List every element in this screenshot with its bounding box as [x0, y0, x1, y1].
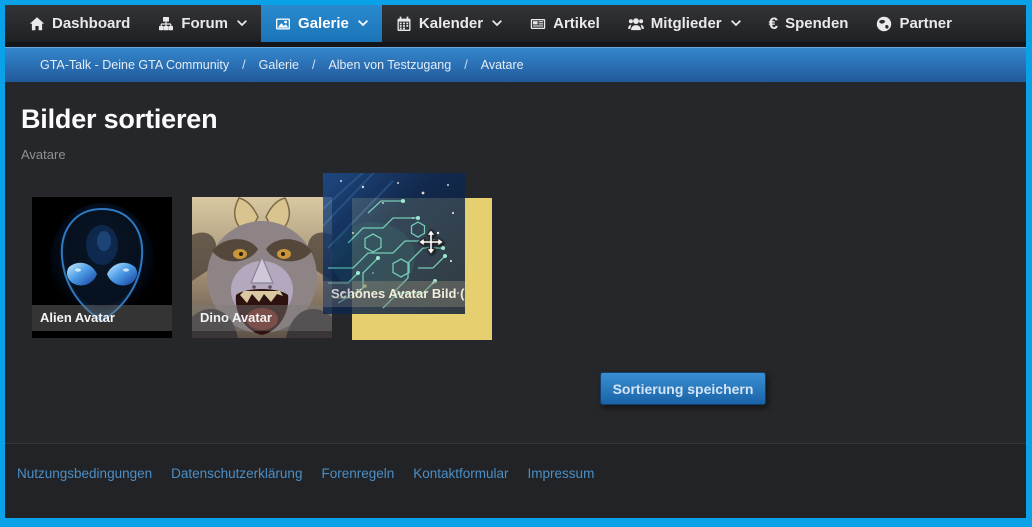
- nav-label: Artikel: [553, 15, 600, 32]
- page-subtitle: Avatare: [21, 147, 66, 162]
- nav-mitglieder[interactable]: Mitglieder: [614, 5, 755, 42]
- nav-partner[interactable]: Partner: [862, 5, 966, 42]
- home-icon: [29, 16, 45, 32]
- breadcrumb: GTA-Talk - Deine GTA Community / Galerie…: [5, 47, 1026, 82]
- breadcrumb-separator: /: [312, 58, 315, 72]
- footer-link-impressum[interactable]: Impressum: [528, 466, 595, 518]
- breadcrumb-community[interactable]: GTA-Talk - Deine GTA Community: [40, 58, 229, 72]
- nav-forum[interactable]: Forum: [144, 5, 261, 42]
- breadcrumb-alben[interactable]: Alben von Testzugang: [328, 58, 451, 72]
- breadcrumb-separator: /: [242, 58, 245, 72]
- save-sort-button[interactable]: Sortierung speichern: [600, 372, 766, 405]
- nav-label: Dashboard: [52, 15, 130, 32]
- nav-label: Forum: [181, 15, 228, 32]
- nav-label: Galerie: [298, 15, 349, 32]
- calendar-icon: [396, 16, 412, 32]
- image-label: Alien Avatar: [32, 305, 172, 331]
- gallery-image-alien-avatar[interactable]: Alien Avatar: [32, 197, 172, 338]
- gallery-image-dino-avatar[interactable]: Dino Avatar: [192, 197, 332, 338]
- globe-icon: [876, 16, 892, 32]
- image-icon: [275, 16, 291, 32]
- image-label: Schönes Avatar Bild (1): [323, 281, 465, 307]
- nav-label: Partner: [899, 15, 952, 32]
- page: Dashboard Forum Galerie: [5, 5, 1026, 518]
- nav-label: Kalender: [419, 15, 483, 32]
- sitemap-icon: [158, 16, 174, 32]
- footer-link-kontaktformular[interactable]: Kontaktformular: [413, 466, 508, 518]
- footer-link-forenregeln[interactable]: Forenregeln: [321, 466, 394, 518]
- move-cursor-icon: [418, 229, 444, 255]
- nav-kalender[interactable]: Kalender: [382, 5, 516, 42]
- nav-label: Spenden: [785, 15, 848, 32]
- top-navigation: Dashboard Forum Galerie: [5, 5, 1026, 47]
- nav-dashboard[interactable]: Dashboard: [15, 5, 144, 42]
- breadcrumb-galerie[interactable]: Galerie: [259, 58, 299, 72]
- chevron-down-icon: [492, 20, 502, 27]
- euro-icon: €: [769, 16, 778, 32]
- chevron-down-icon: [731, 20, 741, 27]
- footer-link-datenschutzerklaerung[interactable]: Datenschutzerklärung: [171, 466, 302, 518]
- nav-galerie-active[interactable]: Galerie: [261, 5, 382, 42]
- breadcrumb-separator: /: [464, 58, 467, 72]
- nav-spenden[interactable]: € Spenden: [755, 5, 863, 42]
- image-label: Dino Avatar: [192, 305, 332, 331]
- chevron-down-icon: [237, 20, 247, 27]
- page-title: Bilder sortieren: [21, 104, 217, 135]
- footer: Nutzungsbedingungen Datenschutzerklärung…: [5, 443, 1026, 518]
- newspaper-icon: [530, 16, 546, 32]
- screenshot-frame: Dashboard Forum Galerie: [0, 0, 1032, 527]
- breadcrumb-avatare[interactable]: Avatare: [481, 58, 524, 72]
- chevron-down-icon: [358, 20, 368, 27]
- users-icon: [628, 16, 644, 32]
- footer-link-nutzungsbedingungen[interactable]: Nutzungsbedingungen: [17, 466, 152, 518]
- nav-label: Mitglieder: [651, 15, 722, 32]
- main-content: Bilder sortieren Avatare: [5, 82, 1026, 443]
- nav-artikel[interactable]: Artikel: [516, 5, 614, 42]
